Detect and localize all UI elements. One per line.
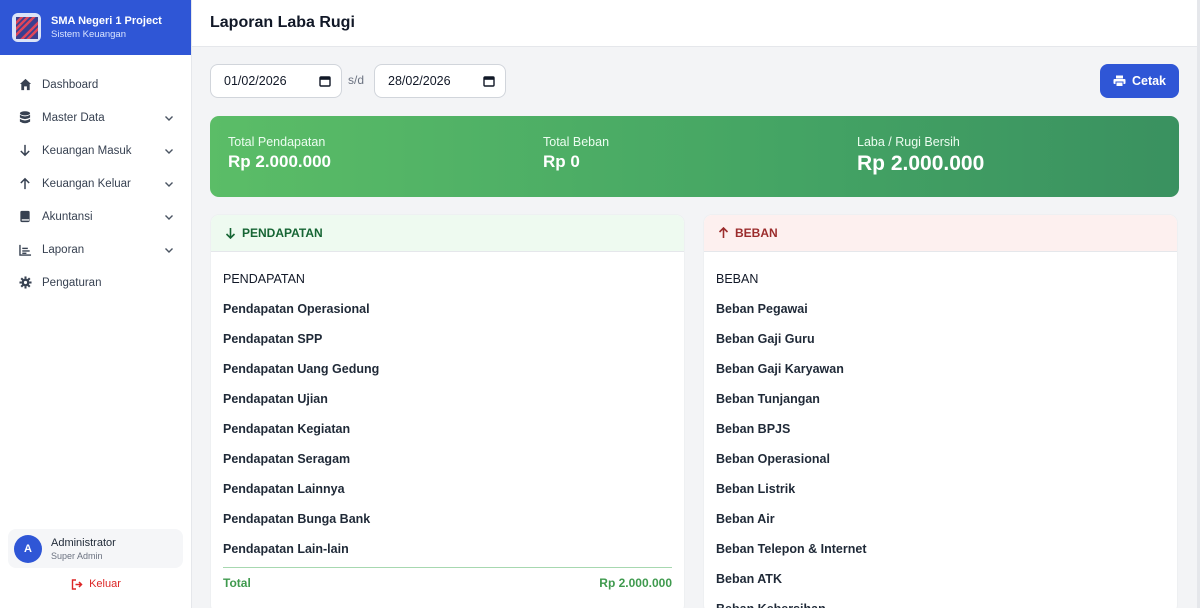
gear-icon	[18, 276, 32, 290]
account-row: Beban Tunjangan	[716, 392, 820, 406]
net-profit-label: Laba / Rugi Bersih	[857, 135, 960, 149]
account-row: Pendapatan Bunga Bank	[223, 512, 371, 526]
user-card[interactable]: A Administrator Super Admin	[8, 529, 183, 568]
account-row: Pendapatan Operasional	[223, 302, 370, 316]
account-row: Beban Pegawai	[716, 302, 808, 316]
income-total-value: Rp 2.000.000	[599, 575, 672, 590]
total-expense-summary: Total Beban Rp 0	[543, 135, 609, 172]
arrow-down-icon	[18, 144, 32, 158]
total-expense-label: Total Beban	[543, 135, 610, 149]
arrow-up-icon	[718, 227, 729, 238]
account-row: Pendapatan Kegiatan	[223, 422, 351, 436]
account-row: Beban Gaji Guru	[716, 332, 815, 346]
expense-panel: BEBAN BEBAN Beban Pegawai Beban Gaji Gur…	[703, 214, 1178, 608]
account-row: Beban ATK	[716, 572, 782, 586]
income-panel: PENDAPATAN PENDAPATAN Pendapatan Operasi…	[210, 214, 685, 608]
page-header: Laporan Laba Rugi	[192, 0, 1197, 47]
account-row: Beban Gaji Karyawan	[716, 362, 844, 376]
sidebar-item-label: Keuangan Masuk	[42, 144, 132, 157]
brand-title: SMA Negeri 1 Project	[51, 15, 162, 27]
sidebar-item-label: Master Data	[42, 111, 105, 124]
sidebar-item-master-data[interactable]: Master Data	[0, 101, 191, 134]
sidebar-item-keuangan-keluar[interactable]: Keuangan Keluar	[0, 167, 191, 200]
date-separator: s/d	[348, 73, 365, 87]
logout-icon	[71, 578, 83, 590]
chevron-down-icon	[165, 214, 173, 220]
logout-button[interactable]: Keluar	[0, 578, 192, 590]
income-total-label: Total	[223, 575, 251, 590]
sidebar-item-label: Laporan	[42, 243, 85, 256]
sidebar-item-label: Keuangan Keluar	[42, 177, 131, 190]
user-name: Administrator	[51, 536, 116, 549]
avatar: A	[14, 534, 42, 563]
arrow-down-icon	[225, 228, 236, 239]
print-label: Cetak	[1131, 74, 1167, 88]
chevron-down-icon	[165, 247, 173, 253]
user-role: Super Admin	[51, 550, 103, 561]
end-date-value: 28/02/2026	[388, 74, 451, 88]
total-income-summary: Total Pendapatan Rp 2.000.000	[228, 135, 331, 172]
brand-subtitle: Sistem Keuangan	[51, 29, 126, 40]
chevron-down-icon	[165, 181, 173, 187]
summary-banner: Total Pendapatan Rp 2.000.000 Total Beba…	[210, 116, 1179, 197]
sidebar-item-dashboard[interactable]: Dashboard	[0, 68, 191, 101]
account-row: Pendapatan Ujian	[223, 392, 328, 406]
arrow-up-icon	[18, 177, 32, 191]
start-date-value: 01/02/2026	[224, 74, 287, 88]
calendar-icon[interactable]	[483, 75, 495, 87]
account-row: Beban BPJS	[716, 422, 791, 436]
account-row: Beban Operasional	[716, 452, 830, 466]
sidebar-item-laporan[interactable]: Laporan	[0, 233, 191, 266]
printer-icon	[1113, 75, 1126, 87]
income-panel-header: PENDAPATAN	[211, 215, 684, 252]
expense-panel-title: BEBAN	[735, 226, 778, 240]
brand-header: SMA Negeri 1 Project Sistem Keuangan	[0, 0, 191, 55]
account-row: Pendapatan Lain-lain	[223, 542, 349, 556]
total-expense-value: Rp 0	[543, 152, 580, 171]
account-row: Beban Kebersihan	[716, 594, 1165, 608]
income-total-row: Total Rp 2.000.000	[223, 567, 672, 597]
page-title: Laporan Laba Rugi	[210, 14, 355, 31]
print-button[interactable]: Cetak	[1100, 64, 1179, 98]
sidebar-item-pengaturan[interactable]: Pengaturan	[0, 266, 191, 299]
account-row: Beban Listrik	[716, 482, 796, 496]
account-row: Beban Air	[716, 512, 775, 526]
chart-icon	[18, 243, 32, 257]
net-profit-summary: Laba / Rugi Bersih Rp 2.000.000	[857, 135, 984, 176]
chevron-down-icon	[165, 115, 173, 121]
book-icon	[18, 210, 32, 224]
sidebar-item-label: Akuntansi	[42, 210, 93, 223]
account-row: Pendapatan Uang Gedung	[223, 362, 380, 376]
account-group-row: PENDAPATAN	[223, 272, 305, 286]
net-profit-value: Rp 2.000.000	[857, 152, 985, 175]
sidebar-nav: Dashboard Master Data Keuangan Masuk Keu…	[0, 55, 191, 299]
account-row: Beban Telepon & Internet	[716, 542, 867, 556]
sidebar-item-keuangan-masuk[interactable]: Keuangan Masuk	[0, 134, 191, 167]
chevron-down-icon	[165, 148, 173, 154]
logout-label: Keluar	[89, 578, 121, 590]
calendar-icon[interactable]	[319, 75, 331, 87]
income-panel-title: PENDAPATAN	[242, 226, 323, 240]
account-row: Pendapatan Lainnya	[223, 482, 345, 496]
sidebar-item-akuntansi[interactable]: Akuntansi	[0, 200, 191, 233]
sidebar-item-label: Dashboard	[42, 78, 99, 91]
start-date-input[interactable]: 01/02/2026	[210, 64, 342, 98]
account-group-row: BEBAN	[716, 272, 759, 286]
home-icon	[18, 78, 32, 92]
account-row: Pendapatan Seragam	[223, 452, 351, 466]
sidebar: SMA Negeri 1 Project Sistem Keuangan Das…	[0, 0, 192, 608]
expense-panel-header: BEBAN	[704, 215, 1177, 252]
database-icon	[18, 111, 32, 125]
school-logo-icon	[12, 13, 41, 42]
end-date-input[interactable]: 28/02/2026	[374, 64, 506, 98]
total-income-value: Rp 2.000.000	[228, 152, 332, 171]
sidebar-item-label: Pengaturan	[42, 276, 102, 289]
account-row: Pendapatan SPP	[223, 332, 323, 346]
total-income-label: Total Pendapatan	[228, 135, 326, 149]
